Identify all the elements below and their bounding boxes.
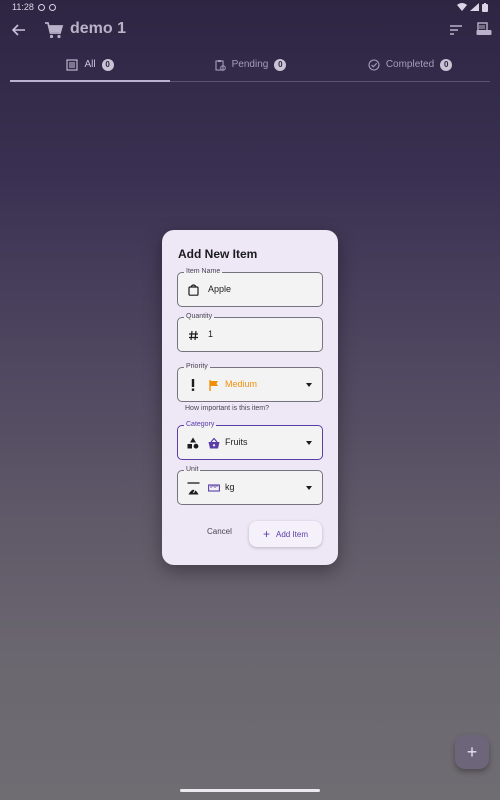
notification-icon (48, 3, 56, 11)
wifi-icon (457, 3, 467, 11)
list-icon (66, 58, 78, 71)
signal-icon (470, 3, 479, 11)
receipt-icon (476, 22, 492, 35)
shopping-cart-icon (45, 22, 64, 39)
page-title: demo 1 (70, 20, 127, 37)
status-bar: 11:28 (0, 0, 500, 14)
tab-completed-count: 0 (440, 58, 453, 71)
battery-icon (482, 2, 488, 12)
home-indicator (180, 789, 320, 792)
status-time: 11:28 (12, 2, 34, 12)
sort-button[interactable] (446, 20, 466, 40)
unit-label: Unit (184, 465, 201, 475)
add-fab-button[interactable]: + (455, 735, 489, 769)
location-icon (37, 3, 45, 11)
exclamation-icon (186, 378, 200, 392)
plus-icon: + (262, 527, 270, 541)
priority-helper-text: How important is this item? (185, 405, 270, 412)
unit-value: kg (225, 482, 235, 492)
tab-all-count: 0 (101, 58, 114, 71)
item-name-value: Apple (208, 284, 232, 294)
flag-icon (208, 379, 220, 391)
priority-label: Priority (184, 362, 210, 372)
chevron-down-icon (306, 486, 312, 490)
back-button[interactable] (8, 19, 30, 41)
cancel-button[interactable]: Cancel (207, 527, 232, 536)
chevron-down-icon (306, 383, 312, 387)
priority-select[interactable]: Priority Medium (177, 362, 323, 402)
dialog-title: Add New Item (178, 247, 258, 261)
sort-icon (450, 25, 462, 35)
tab-all-label: All (84, 59, 96, 70)
shopping-bag-icon (186, 283, 200, 297)
tab-all[interactable]: All 0 (10, 48, 170, 82)
tab-completed-label: Completed (385, 59, 435, 70)
app-bar: demo 1 (0, 14, 500, 46)
basket-icon (208, 437, 220, 449)
quantity-field[interactable]: Quantity 1 (177, 312, 323, 352)
check-circle-icon (368, 58, 380, 71)
add-item-button[interactable]: + Add Item (249, 521, 322, 547)
add-item-dialog: Add New Item Item Name Apple Quantity 1 … (162, 230, 338, 565)
chevron-down-icon (306, 441, 312, 445)
hash-icon (186, 328, 200, 342)
plus-icon: + (466, 741, 478, 762)
add-item-label: Add Item (276, 529, 309, 539)
arrow-back-icon (12, 24, 25, 36)
quantity-value: 1 (208, 329, 214, 339)
category-value: Fruits (225, 437, 248, 447)
ruler-icon (208, 482, 220, 494)
clipboard-clock-icon (215, 59, 226, 71)
category-label: Category (184, 420, 217, 430)
quantity-label: Quantity (184, 312, 215, 322)
priority-value: Medium (225, 379, 258, 389)
category-icon (186, 436, 200, 450)
item-name-field[interactable]: Item Name Apple (177, 267, 323, 307)
tab-pending-count: 0 (274, 58, 287, 71)
item-name-label: Item Name (184, 267, 223, 277)
filter-tabs: All 0 Pending 0 Completed 0 (10, 48, 490, 82)
export-button[interactable] (474, 20, 494, 40)
scale-icon (186, 481, 200, 495)
tab-completed[interactable]: Completed 0 (330, 48, 490, 81)
unit-select[interactable]: Unit kg (177, 465, 323, 505)
tab-pending-label: Pending (231, 59, 269, 70)
category-select[interactable]: Category Fruits (177, 420, 323, 460)
tab-pending[interactable]: Pending 0 (170, 48, 330, 81)
